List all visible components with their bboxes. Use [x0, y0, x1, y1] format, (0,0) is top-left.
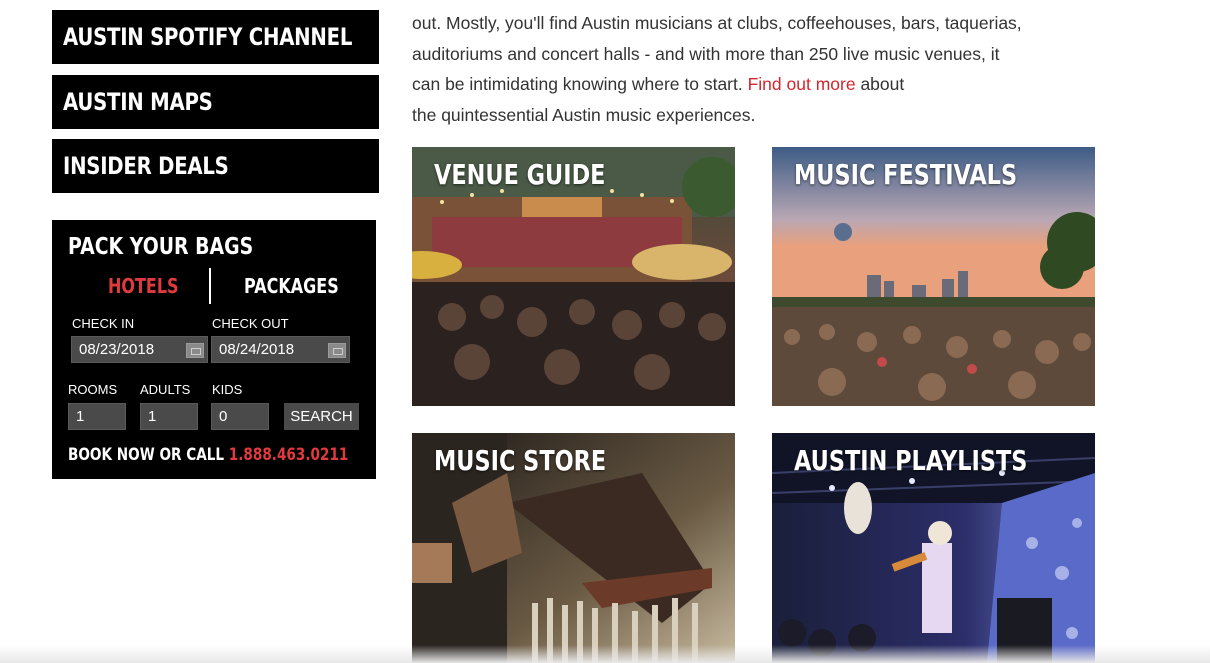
find-out-more-link[interactable]: Find out more	[748, 74, 856, 94]
book-now-text: BOOK NOW OR CALL	[68, 445, 225, 465]
nav-austin-spotify-channel[interactable]: AUSTIN SPOTIFY CHANNEL	[52, 10, 379, 64]
tab-divider	[209, 268, 211, 304]
tile-title: MUSIC FESTIVALS	[794, 158, 1018, 191]
tile-title: VENUE GUIDE	[434, 158, 606, 191]
booking-widget: PACK YOUR BAGS HOTELS PACKAGES CHECK IN …	[52, 220, 376, 479]
intro-line: auditoriums and concert halls - and with…	[412, 43, 1000, 64]
check-in-value: 08/23/2018	[79, 341, 155, 358]
check-out-field[interactable]: 08/24/2018	[211, 336, 350, 363]
intro-line: can be intimidating knowing where to sta…	[412, 69, 1112, 100]
check-out-label: CHECK OUT	[212, 316, 289, 331]
tile-music-store[interactable]: MUSIC STORE	[412, 433, 735, 663]
calendar-icon[interactable]	[186, 343, 204, 358]
nav-label: INSIDER DEALS	[63, 152, 229, 180]
intro-line: out. Mostly, you'll find Austin musician…	[412, 13, 1022, 33]
check-in-field[interactable]: 08/23/2018	[71, 336, 208, 363]
booking-title: PACK YOUR BAGS	[68, 234, 254, 260]
tile-title: AUSTIN PLAYLISTS	[794, 444, 1028, 477]
check-out-value: 08/24/2018	[219, 341, 295, 358]
rooms-label: ROOMS	[68, 382, 118, 397]
intro-text: about	[860, 74, 905, 94]
nav-insider-deals[interactable]: INSIDER DEALS	[52, 139, 379, 193]
kids-input[interactable]: 0	[211, 403, 269, 430]
phone-link[interactable]: 1.888.463.0211	[229, 445, 349, 465]
check-in-label: CHECK IN	[72, 316, 135, 331]
nav-label: AUSTIN MAPS	[63, 88, 213, 116]
tile-venue-guide[interactable]: VENUE GUIDE	[412, 147, 735, 406]
intro-text: can be intimidating knowing where to sta…	[412, 74, 743, 94]
intro-line: the quintessential Austin music experien…	[412, 104, 756, 125]
tab-hotels[interactable]: HOTELS	[108, 274, 179, 298]
search-button[interactable]: SEARCH	[284, 403, 359, 430]
adults-input[interactable]: 1	[140, 403, 198, 430]
book-now-line: BOOK NOW OR CALL 1.888.463.0211	[68, 445, 348, 465]
calendar-icon[interactable]	[328, 343, 346, 358]
nav-label: AUSTIN SPOTIFY CHANNEL	[63, 23, 353, 51]
tab-packages[interactable]: PACKAGES	[244, 274, 339, 298]
nav-austin-maps[interactable]: AUSTIN MAPS	[52, 75, 379, 129]
tile-title: MUSIC STORE	[434, 444, 607, 477]
kids-label: KIDS	[212, 382, 243, 397]
tile-music-festivals[interactable]: MUSIC FESTIVALS	[772, 147, 1095, 406]
adults-label: ADULTS	[140, 382, 191, 397]
rooms-input[interactable]: 1	[68, 403, 126, 430]
tile-austin-playlists[interactable]: AUSTIN PLAYLISTS	[772, 433, 1095, 663]
intro-paragraph: out. Mostly, you'll find Austin musician…	[412, 8, 1112, 130]
